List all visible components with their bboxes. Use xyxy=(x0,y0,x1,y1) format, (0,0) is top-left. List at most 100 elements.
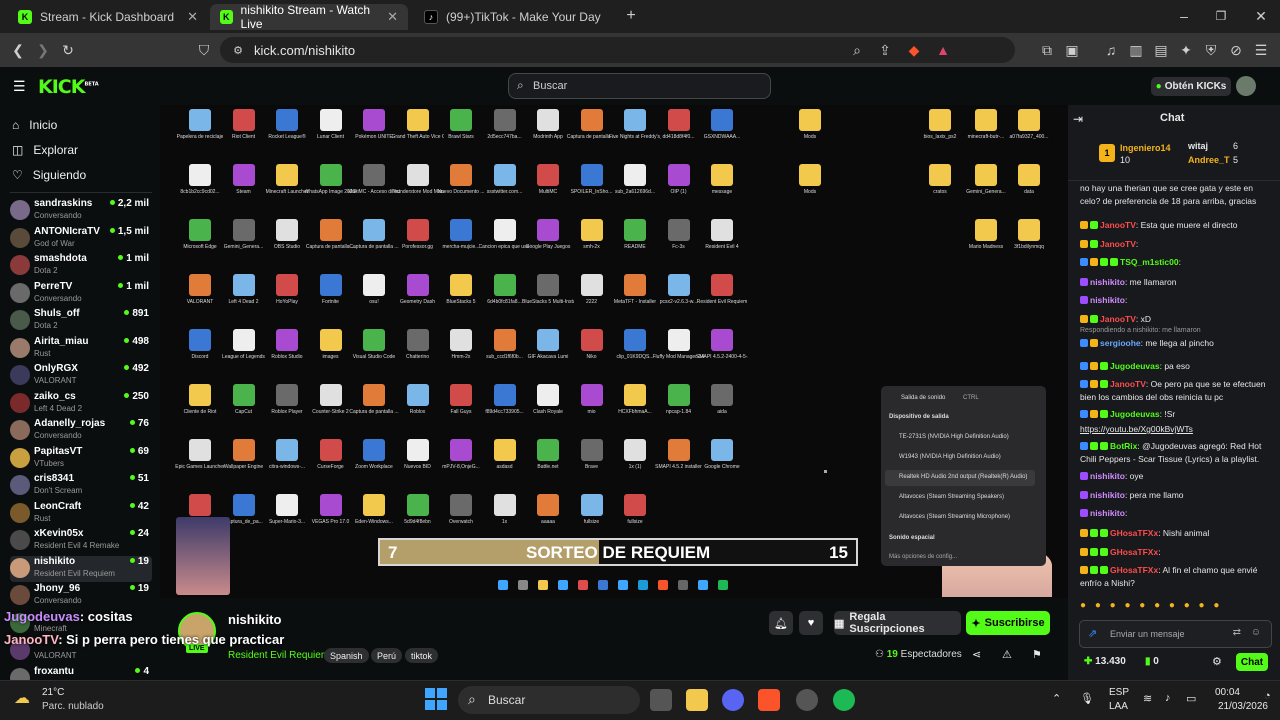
gift-subs-button[interactable]: ▦ Regala Suscripciones xyxy=(834,611,961,635)
follow-heart-button[interactable]: ♥ xyxy=(799,611,823,635)
battery-icon[interactable]: ▭ xyxy=(1186,692,1196,705)
menu-icon[interactable]: ☰ xyxy=(1252,41,1270,59)
back-icon[interactable]: ❮ xyxy=(9,41,27,59)
nav-explore[interactable]: ◫ Explorar xyxy=(12,143,78,157)
start-icon[interactable] xyxy=(425,688,447,710)
chat-message[interactable]: https://youtu.be/Xg00kBvjWTs xyxy=(1080,423,1268,436)
extensions-icon[interactable]: ⧉ xyxy=(1038,41,1056,59)
brave-icon[interactable] xyxy=(758,689,780,711)
address-bar[interactable]: kick.com/nishikito xyxy=(220,37,1015,63)
chat-username[interactable]: nishikito xyxy=(1090,508,1125,518)
chat-username[interactable]: JanooTV xyxy=(1100,239,1136,249)
chat-username[interactable]: Jugodeuvas xyxy=(1110,361,1160,371)
collapse-chat-icon[interactable]: ⇥ xyxy=(1073,112,1083,126)
obs-icon[interactable] xyxy=(796,689,818,711)
chat-input[interactable]: ⇗ Enviar un mensaje ⇄ ☺ xyxy=(1079,620,1272,648)
chat-message[interactable]: nishikito: me llamaron xyxy=(1080,276,1268,289)
sidebar-channel[interactable]: xKevin05x Resident Evil 4 Remake 24 xyxy=(10,528,152,554)
sidebar-channel[interactable]: ANTONIcraTV God of War 1,5 mil xyxy=(10,226,152,252)
lang-primary[interactable]: ESP xyxy=(1109,687,1129,698)
kick-logo[interactable]: KICKBETA xyxy=(38,76,99,98)
send-chat-button[interactable]: Chat xyxy=(1236,653,1268,671)
nav-following[interactable]: ♡ Siguiendo xyxy=(12,168,86,182)
tag[interactable]: Spanish xyxy=(324,648,369,663)
wallet-icon[interactable]: ▤ xyxy=(1152,41,1170,59)
volume-icon[interactable]: ♪ xyxy=(1165,692,1171,704)
chat-username[interactable]: Jugodeuvas xyxy=(1110,409,1160,419)
chat-message[interactable]: Jugodeuvas: pa eso xyxy=(1080,360,1268,373)
no-cast-icon[interactable]: ⊘ xyxy=(1227,41,1245,59)
screenshot-icon[interactable]: ▣ xyxy=(1063,41,1081,59)
minimize-icon[interactable]: – xyxy=(1175,7,1193,25)
sidebar-channel[interactable]: Adanelly_rojas Conversando 76 xyxy=(10,418,152,444)
chat-text[interactable]: https://youtu.be/Xg00kBvjWTs xyxy=(1080,424,1193,434)
chat-username[interactable]: BotRix xyxy=(1110,441,1137,451)
site-info-icon[interactable]: ⚙ xyxy=(229,41,247,59)
media-icon[interactable]: ♫ xyxy=(1102,41,1120,59)
chat-message[interactable]: TSQ_m1stic00: xyxy=(1080,256,1268,269)
vpn-icon[interactable]: ⛨ xyxy=(1202,41,1220,59)
reload-icon[interactable]: ↻ xyxy=(59,41,77,59)
wifi-icon[interactable]: ≋ xyxy=(1143,692,1152,705)
chat-message[interactable]: GHosaTFXx: Nishi animal xyxy=(1080,527,1268,540)
chat-message[interactable]: JanooTV: Oe pero pa que se te efectuen b… xyxy=(1080,378,1268,404)
new-tab-icon[interactable]: + xyxy=(622,7,640,25)
chat-username[interactable]: nishikito xyxy=(1090,471,1125,481)
tag[interactable]: Perú xyxy=(371,648,403,663)
chat-message[interactable]: GHosaTFXx: Al fin el chamo que envié enf… xyxy=(1080,564,1268,590)
discord-icon[interactable] xyxy=(722,689,744,711)
chat-username[interactable]: nishikito xyxy=(1090,277,1125,287)
tab-nishikito-stream[interactable]: K nishikito Stream - Watch Live ✕ xyxy=(210,3,408,31)
settings-icon[interactable]: ⚙ xyxy=(1212,655,1222,668)
subscribe-button[interactable]: ✦ Suscribirse xyxy=(966,611,1050,635)
top-user-name[interactable]: Andree_T xyxy=(1188,155,1230,165)
sidebar-channel[interactable]: smashdota Dota 2 1 mil xyxy=(10,253,152,279)
tab-kick-dashboard[interactable]: K Stream - Kick Dashboard ✕ xyxy=(8,4,208,30)
search-input[interactable]: ⌕ Buscar xyxy=(508,73,771,99)
nav-home[interactable]: ⌂ Inicio xyxy=(12,118,57,132)
sidebar-channel[interactable]: cris8341 Don't Scream 51 xyxy=(10,473,152,499)
weather-temp[interactable]: 21°C xyxy=(42,687,64,698)
top-user-name[interactable]: witaj xyxy=(1188,141,1208,151)
points-balance[interactable]: ✚ 13.430 xyxy=(1084,656,1126,667)
notification-icon[interactable]: ◔ xyxy=(1264,690,1271,702)
sidebar-icon[interactable]: ▥ xyxy=(1127,41,1145,59)
sidebar-channel[interactable]: PerreTV Conversando 1 mil xyxy=(10,281,152,307)
get-kicks-button[interactable]: ● Obtén KICKs xyxy=(1151,77,1231,96)
emote-bar[interactable]: ● ● ● ● ● ● ● ● ● ● xyxy=(1080,600,1268,614)
close-icon[interactable]: ✕ xyxy=(387,9,398,25)
close-icon[interactable]: ✕ xyxy=(187,9,198,25)
share-icon[interactable]: ⋖ xyxy=(972,648,981,661)
translate-icon[interactable]: ⇄ xyxy=(1233,627,1241,638)
tab-tiktok[interactable]: ♪ (99+)TikTok - Make Your Day xyxy=(414,4,614,30)
brave-shield-icon[interactable]: ◆ xyxy=(905,41,923,59)
spotify-icon[interactable] xyxy=(833,689,855,711)
window-close-icon[interactable]: ✕ xyxy=(1252,7,1270,25)
sidebar-channel[interactable]: Airita_miau Rust 498 xyxy=(10,336,152,362)
tag[interactable]: tiktok xyxy=(405,648,439,663)
chat-message[interactable]: nishikito: oye xyxy=(1080,470,1268,483)
bookmark-icon[interactable]: ⛉ xyxy=(195,41,213,59)
mic-icon[interactable]: 🎙︎ xyxy=(1080,692,1094,705)
chat-message[interactable]: Respondiendo a nishikito: me llamaron ser… xyxy=(1080,327,1268,350)
taskbar-search[interactable]: ⌕ Buscar xyxy=(458,686,640,714)
tray-overflow-icon[interactable]: ⌃ xyxy=(1052,692,1061,705)
brave-rewards-icon[interactable]: ▲ xyxy=(934,41,952,59)
sidebar-channel[interactable]: Shuls_off Dota 2 891 xyxy=(10,308,152,334)
chat-username[interactable]: JanooTV xyxy=(1110,379,1146,389)
emoji-icon[interactable]: ☺ xyxy=(1251,627,1261,638)
chat-username[interactable]: nishikito xyxy=(1090,295,1125,305)
sidebar-channel[interactable]: nishikito Resident Evil Requiem 19 xyxy=(10,555,152,582)
channel-category[interactable]: Resident Evil Requiem xyxy=(228,650,329,661)
chat-message[interactable]: GHosaTFXx: xyxy=(1080,546,1268,559)
chat-username[interactable]: GHosaTFXx xyxy=(1110,547,1158,557)
chat-username[interactable]: TSQ_m1stic00 xyxy=(1120,257,1179,267)
clock-date[interactable]: 21/03/2026 xyxy=(1218,701,1268,712)
clock-time[interactable]: 00:04 xyxy=(1215,687,1240,698)
weather-desc[interactable]: Parc. nublado xyxy=(42,701,104,712)
more-icon[interactable]: ⚑ xyxy=(1032,648,1042,661)
chat-username[interactable]: sergioohe xyxy=(1100,338,1141,348)
file-explorer-icon[interactable] xyxy=(686,689,708,711)
chat-message[interactable]: BotRix: @Jugodeuvas agregó: Red Hot Chil… xyxy=(1080,440,1268,466)
sidebar-channel[interactable]: OnlyRGX VALORANT 492 xyxy=(10,363,152,389)
